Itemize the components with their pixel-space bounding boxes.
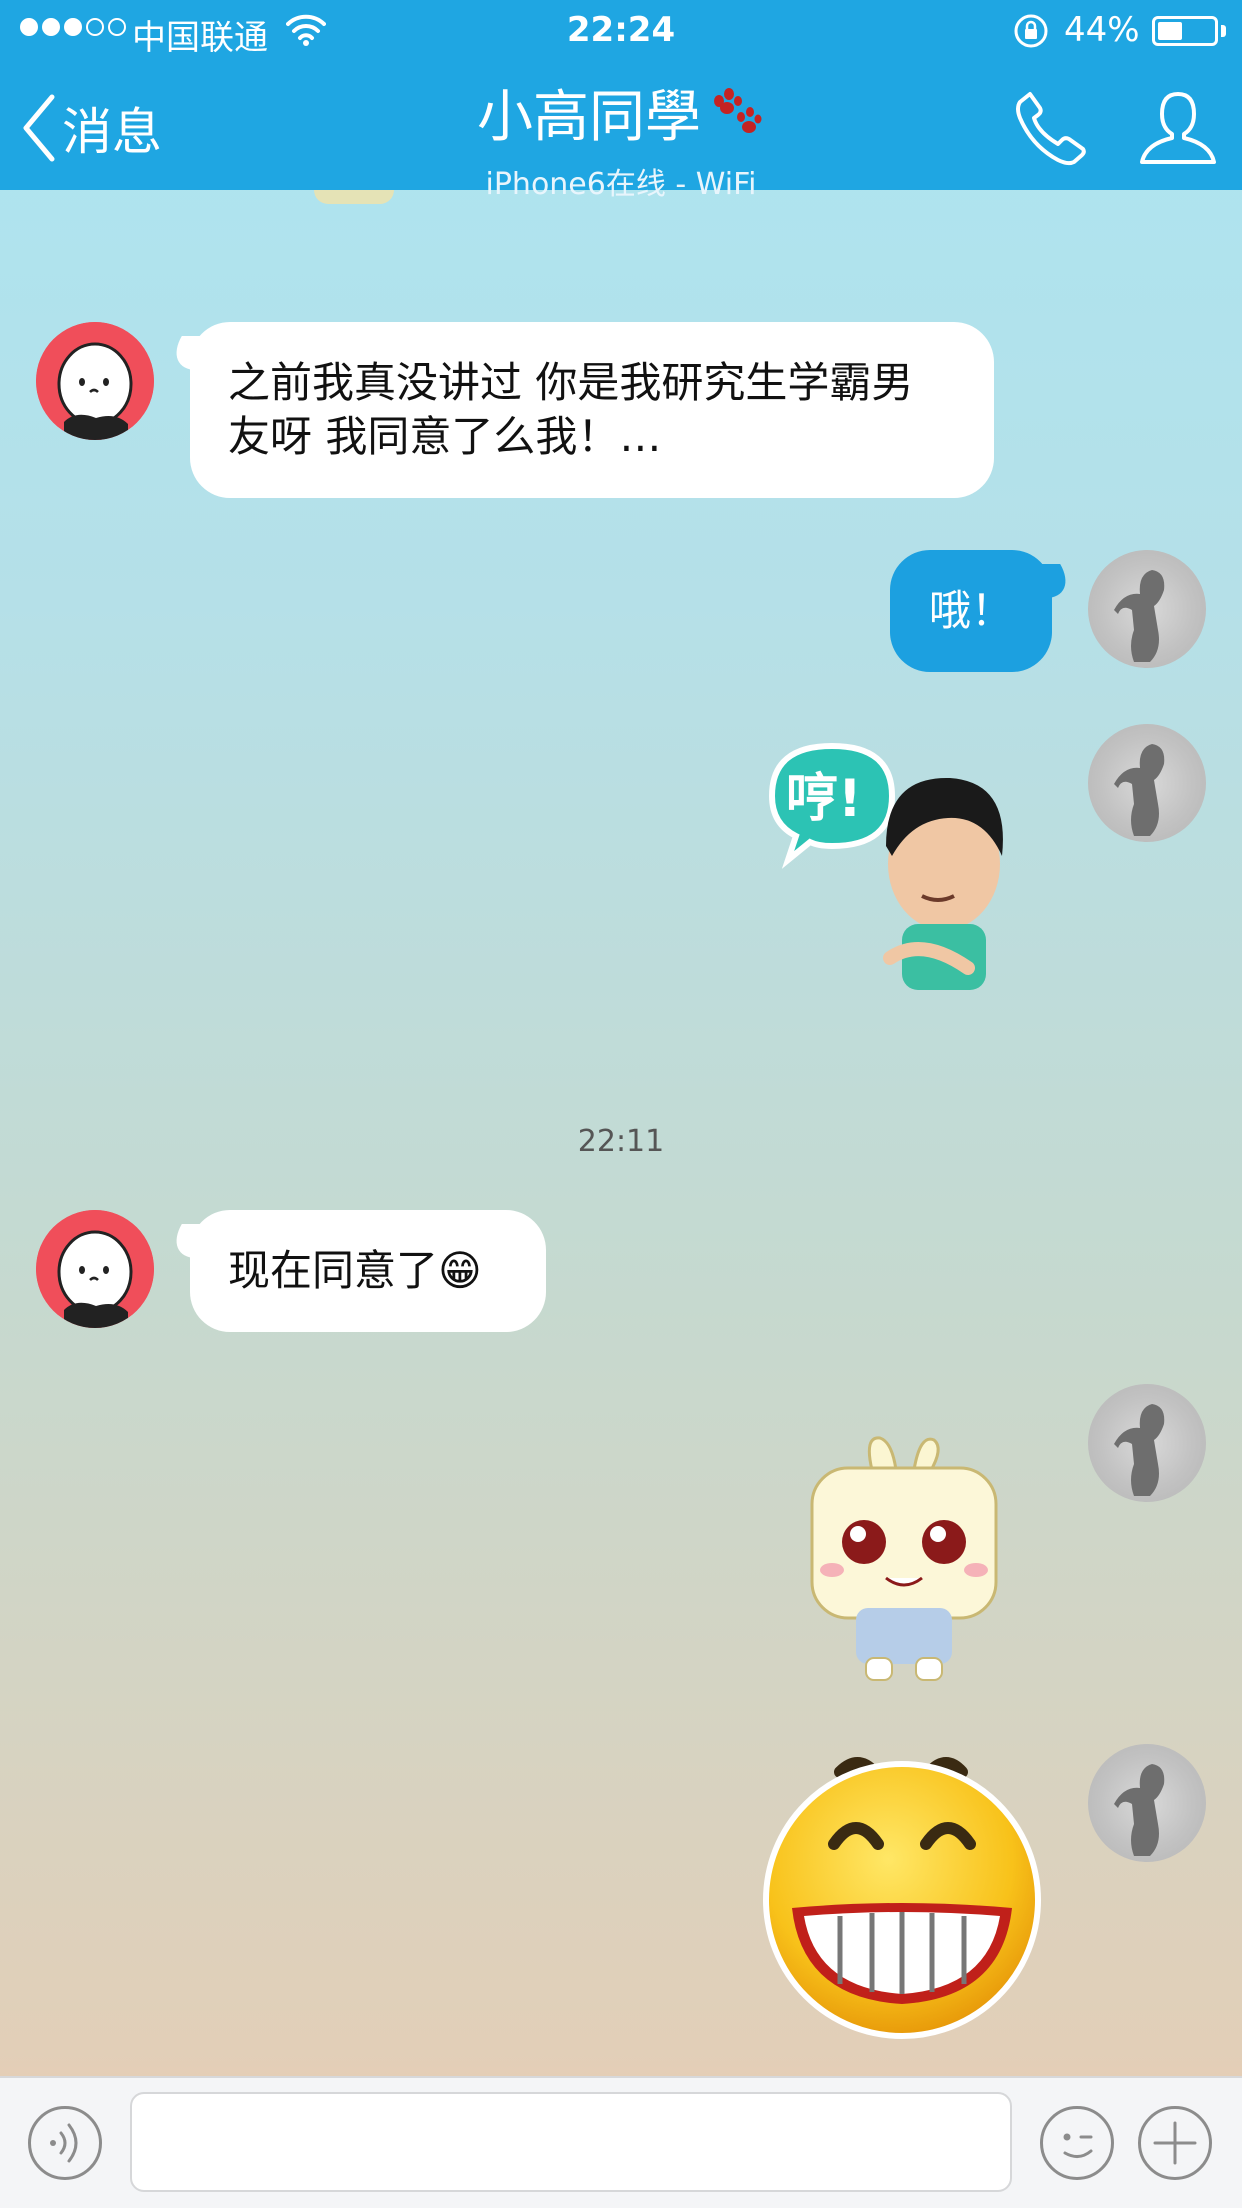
tofu-bunny-sticker[interactable] — [806, 1430, 1002, 1688]
profile-button[interactable] — [1136, 88, 1220, 172]
paw-print-icon — [714, 87, 762, 133]
voice-icon — [50, 2123, 78, 2163]
contact-name: 小高同學 — [477, 85, 701, 150]
battery-percent: 44% — [1064, 10, 1140, 50]
message-text-line: 友呀 我同意了么我！… — [228, 412, 662, 461]
user-photo-avatar-icon — [1114, 744, 1165, 836]
user-photo-avatar-icon — [1114, 1404, 1165, 1496]
input-bar — [0, 2076, 1242, 2208]
status-bar: 中国联通 22:24 44% — [0, 0, 1242, 62]
panda-avatar-icon — [36, 322, 154, 440]
message-input[interactable] — [130, 2092, 1012, 2192]
my-avatar[interactable] — [1088, 1384, 1206, 1502]
rotation-lock-icon — [1014, 14, 1048, 48]
call-button[interactable] — [1012, 88, 1090, 170]
emoji-button[interactable] — [1040, 2106, 1114, 2180]
my-avatar[interactable] — [1088, 724, 1206, 842]
big-grin-emoji-sticker[interactable] — [762, 1748, 1042, 2046]
sticker-caption: 哼! — [786, 769, 862, 829]
message-bubble-friend[interactable]: 现在同意了😁 — [190, 1210, 546, 1332]
message-bubble-friend[interactable]: 之前我真没讲过 你是我研究生学霸男 友呀 我同意了么我！… — [190, 322, 994, 498]
battery-nub — [1221, 25, 1226, 37]
battery-level — [1158, 22, 1182, 40]
chat-timestamp: 22:11 — [577, 1124, 665, 1159]
friend-avatar[interactable] — [36, 322, 154, 440]
user-photo-avatar-icon — [1114, 1764, 1165, 1856]
big-grin-image — [763, 1757, 1041, 2039]
user-photo-avatar-icon — [1114, 570, 1165, 662]
humph-sticker-image: 哼! — [768, 742, 1003, 990]
emoji-icon — [1063, 2133, 1093, 2158]
previous-sticker-fragment — [314, 190, 394, 204]
message-bubble-me[interactable]: 哦！ — [890, 550, 1052, 672]
message-text-line: 之前我真没讲过 你是我研究生学霸男 — [228, 358, 914, 407]
message-text: 哦！ — [928, 586, 1013, 635]
my-avatar[interactable] — [1088, 550, 1206, 668]
friend-avatar[interactable] — [36, 1210, 154, 1328]
battery-icon — [1152, 16, 1218, 46]
more-button[interactable] — [1138, 2106, 1212, 2180]
tofu-bunny-image — [810, 1436, 998, 1681]
chat-title[interactable]: 小高同學 — [477, 72, 765, 153]
status-time: 22:24 — [566, 10, 676, 50]
voice-button[interactable] — [28, 2106, 102, 2180]
person-icon — [1140, 92, 1216, 164]
panda-avatar-icon — [36, 1210, 154, 1328]
message-text: 现在同意了😁 — [228, 1246, 482, 1295]
top-bar: 中国联通 22:24 44% 消息 小高同學 iPhone6在线 - WiFi — [0, 0, 1242, 202]
humph-guy-sticker[interactable]: 哼! — [762, 736, 1022, 1020]
plus-icon — [1153, 2121, 1197, 2165]
phone-icon — [1016, 92, 1086, 166]
my-avatar[interactable] — [1088, 1744, 1206, 1862]
